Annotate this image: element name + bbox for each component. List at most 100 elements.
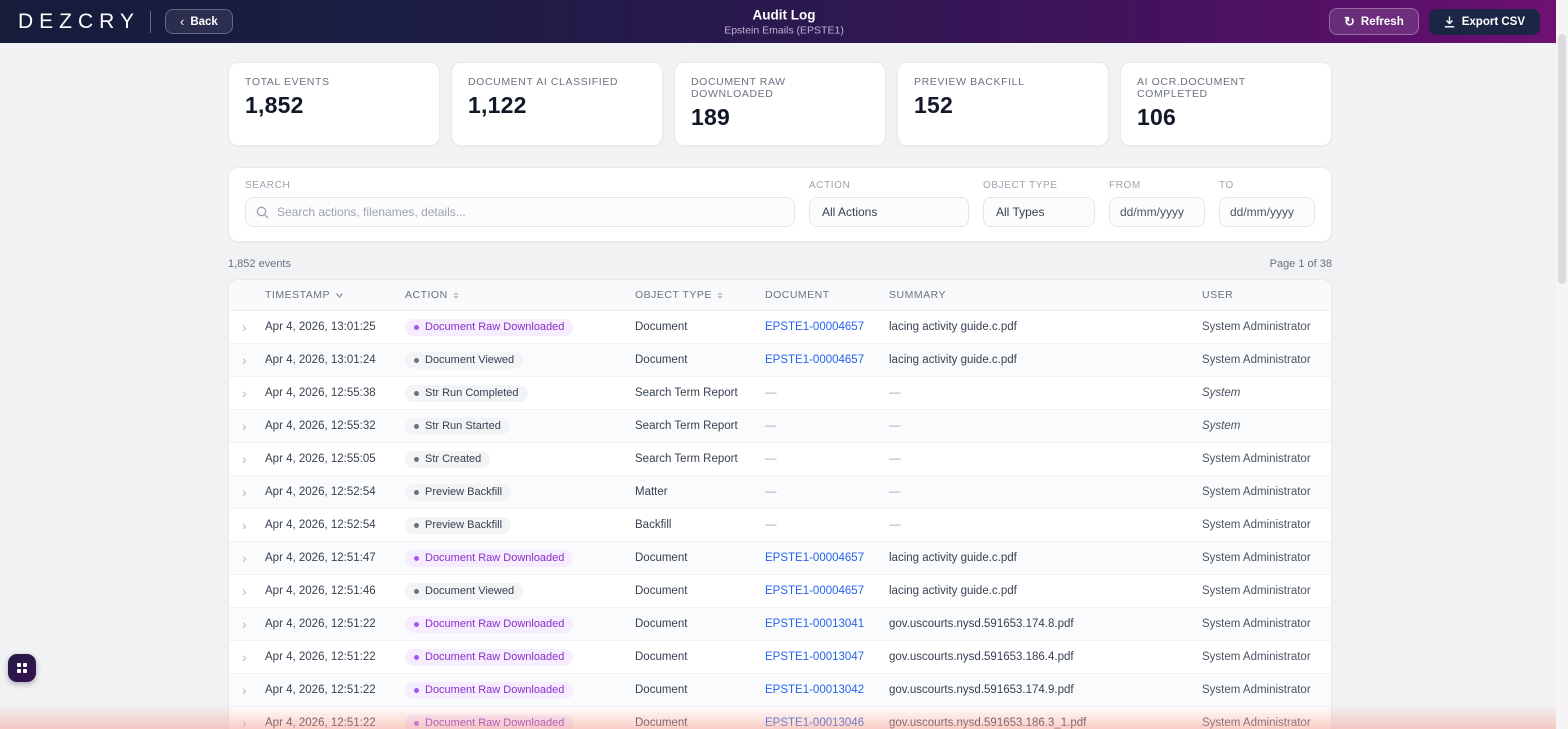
- action-badge-label: Document Raw Downloaded: [425, 618, 565, 630]
- from-date-input[interactable]: dd/mm/yyyy: [1109, 197, 1205, 227]
- table-row[interactable]: › Apr 4, 2026, 12:52:54 Preview Backfill…: [229, 509, 1331, 542]
- cell-document[interactable]: EPSTE1-00013041: [765, 618, 889, 630]
- page-indicator: Page 1 of 38: [1269, 258, 1332, 270]
- column-header-object-type[interactable]: OBJECT TYPE: [635, 289, 765, 301]
- table-row[interactable]: › Apr 4, 2026, 12:51:47 Document Raw Dow…: [229, 542, 1331, 575]
- refresh-button-label: Refresh: [1360, 15, 1404, 28]
- back-button[interactable]: ‹ Back: [164, 9, 233, 34]
- row-expand-chevron[interactable]: ›: [229, 682, 265, 698]
- search-icon: [256, 206, 269, 218]
- cell-document[interactable]: EPSTE1-00004657: [765, 585, 889, 597]
- stat-card-total-events: TOTAL EVENTS 1,852: [228, 62, 440, 146]
- cell-document[interactable]: EPSTE1-00013047: [765, 651, 889, 663]
- cell-timestamp: Apr 4, 2026, 13:01:24: [265, 354, 376, 366]
- stat-value: 189: [691, 104, 730, 130]
- cell-action: Document Raw Downloaded: [405, 318, 635, 336]
- page-title: Audit Log: [752, 7, 816, 22]
- search-input[interactable]: [277, 205, 784, 219]
- column-label: DOCUMENT: [765, 289, 830, 301]
- row-expand-chevron[interactable]: ›: [229, 715, 265, 729]
- row-expand-chevron[interactable]: ›: [229, 352, 265, 368]
- cell-user: System Administrator: [1202, 486, 1311, 498]
- cell-action: Document Raw Downloaded: [405, 549, 635, 567]
- object-type-filter-label: OBJECT TYPE: [983, 180, 1058, 191]
- page-scrollbar[interactable]: [1556, 0, 1568, 729]
- cell-action: Document Raw Downloaded: [405, 615, 635, 633]
- cell-object-type: Document: [635, 552, 688, 564]
- row-expand-chevron[interactable]: ›: [229, 649, 265, 665]
- action-badge: Document Raw Downloaded: [405, 549, 574, 567]
- stat-value: 106: [1137, 104, 1176, 130]
- column-header-user: USER: [1202, 289, 1331, 301]
- action-badge-label: Document Raw Downloaded: [425, 684, 565, 696]
- to-date-input[interactable]: dd/mm/yyyy: [1219, 197, 1315, 227]
- column-header-timestamp[interactable]: TIMESTAMP: [265, 289, 405, 301]
- search-box[interactable]: [245, 197, 795, 227]
- cell-user: System Administrator: [1202, 618, 1311, 630]
- action-badge: Document Viewed: [405, 351, 524, 369]
- action-dot-icon: [414, 456, 419, 462]
- column-header-action[interactable]: ACTION: [405, 289, 635, 301]
- cell-action: Document Viewed: [405, 351, 635, 369]
- table-header-row: TIMESTAMP ACTION OBJECT TYPE DOCUMENT SU…: [229, 280, 1331, 311]
- table-row[interactable]: › Apr 4, 2026, 12:51:22 Document Raw Dow…: [229, 707, 1331, 729]
- cell-action: Document Raw Downloaded: [405, 681, 635, 699]
- row-expand-chevron[interactable]: ›: [229, 385, 265, 401]
- row-expand-chevron[interactable]: ›: [229, 517, 265, 533]
- cell-object-type: Search Term Report: [635, 420, 738, 432]
- cell-document[interactable]: EPSTE1-00013046: [765, 717, 889, 729]
- from-date-placeholder: dd/mm/yyyy: [1120, 205, 1185, 219]
- table-row[interactable]: › Apr 4, 2026, 12:51:22 Document Raw Dow…: [229, 641, 1331, 674]
- refresh-button[interactable]: ↻ Refresh: [1329, 8, 1419, 35]
- table-meta-row: 1,852 events Page 1 of 38: [228, 258, 1332, 270]
- cell-document[interactable]: EPSTE1-00013042: [765, 684, 889, 696]
- row-expand-chevron[interactable]: ›: [229, 484, 265, 500]
- stat-value: 152: [914, 92, 953, 118]
- row-expand-chevron[interactable]: ›: [229, 319, 265, 335]
- action-badge-label: Document Viewed: [425, 354, 515, 366]
- table-row[interactable]: › Apr 4, 2026, 13:01:24 Document Viewed …: [229, 344, 1331, 377]
- cell-timestamp: Apr 4, 2026, 12:55:38: [265, 387, 376, 399]
- export-csv-button[interactable]: Export CSV: [1428, 8, 1540, 35]
- row-expand-chevron[interactable]: ›: [229, 583, 265, 599]
- cell-document[interactable]: EPSTE1-00004657: [765, 354, 889, 366]
- sort-desc-icon: [335, 292, 343, 298]
- table-row[interactable]: › Apr 4, 2026, 13:01:25 Document Raw Dow…: [229, 311, 1331, 344]
- cell-summary: gov.uscourts.nysd.591653.174.9.pdf: [889, 684, 1074, 696]
- app-launcher-button[interactable]: [8, 654, 36, 682]
- table-row[interactable]: › Apr 4, 2026, 12:51:22 Document Raw Dow…: [229, 674, 1331, 707]
- row-expand-chevron[interactable]: ›: [229, 418, 265, 434]
- object-type-filter-group: OBJECT TYPE All Types: [983, 180, 1095, 227]
- cell-timestamp: Apr 4, 2026, 12:52:54: [265, 486, 376, 498]
- cell-user: System Administrator: [1202, 585, 1311, 597]
- action-filter-select[interactable]: All Actions: [809, 197, 969, 227]
- cell-document[interactable]: EPSTE1-00004657: [765, 321, 889, 333]
- action-badge-label: Str Run Completed: [425, 387, 519, 399]
- table-row[interactable]: › Apr 4, 2026, 12:55:05 Str Created Sear…: [229, 443, 1331, 476]
- cell-document[interactable]: EPSTE1-00004657: [765, 552, 889, 564]
- row-expand-chevron[interactable]: ›: [229, 616, 265, 632]
- stats-row: TOTAL EVENTS 1,852 DOCUMENT AI CLASSIFIE…: [228, 62, 1332, 146]
- table-row[interactable]: › Apr 4, 2026, 12:55:38 Str Run Complete…: [229, 377, 1331, 410]
- table-row[interactable]: › Apr 4, 2026, 12:51:46 Document Viewed …: [229, 575, 1331, 608]
- action-filter-label: ACTION: [809, 180, 851, 191]
- cell-document: —: [765, 519, 777, 531]
- action-dot-icon: [414, 390, 419, 396]
- table-row[interactable]: › Apr 4, 2026, 12:51:22 Document Raw Dow…: [229, 608, 1331, 641]
- cell-user: System Administrator: [1202, 552, 1311, 564]
- table-row[interactable]: › Apr 4, 2026, 12:55:32 Str Run Started …: [229, 410, 1331, 443]
- scrollbar-thumb[interactable]: [1558, 34, 1566, 284]
- table-row[interactable]: › Apr 4, 2026, 12:52:54 Preview Backfill…: [229, 476, 1331, 509]
- row-expand-chevron[interactable]: ›: [229, 451, 265, 467]
- row-expand-chevron[interactable]: ›: [229, 550, 265, 566]
- cell-document: —: [765, 453, 777, 465]
- stat-card-preview-backfill: PREVIEW BACKFILL 152: [897, 62, 1109, 146]
- object-type-filter-select[interactable]: All Types: [983, 197, 1095, 227]
- column-label: SUMMARY: [889, 289, 946, 301]
- object-type-filter-value: All Types: [996, 205, 1045, 219]
- cell-user: System Administrator: [1202, 651, 1311, 663]
- topbar-title-block: Audit Log Epstein Emails (EPSTE1): [724, 7, 844, 36]
- action-dot-icon: [414, 522, 419, 528]
- audit-log-table: TIMESTAMP ACTION OBJECT TYPE DOCUMENT SU…: [228, 279, 1332, 729]
- cell-object-type: Document: [635, 684, 688, 696]
